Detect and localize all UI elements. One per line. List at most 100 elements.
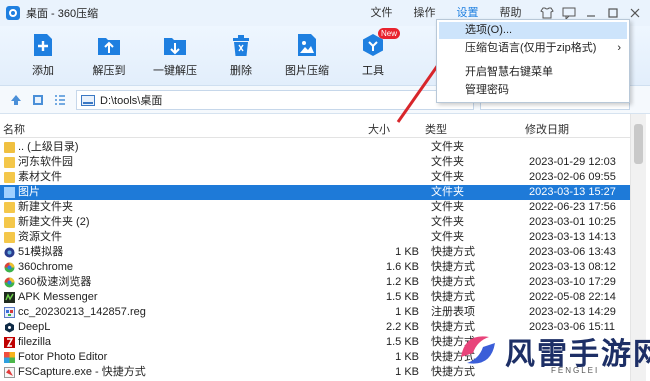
file-date: 2023-02-06 09:55 bbox=[529, 171, 616, 183]
image-compress-label: 图片压缩 bbox=[285, 65, 329, 77]
file-list-header: 名称 大小 类型 修改日期 bbox=[0, 120, 630, 138]
one-click-extract-button[interactable]: 一键解压 bbox=[145, 32, 205, 78]
trash-icon bbox=[228, 32, 254, 58]
app-logo-icon bbox=[6, 6, 20, 20]
folder-icon bbox=[4, 217, 15, 228]
delete-label: 删除 bbox=[230, 65, 252, 77]
menu-item-label: 选项(O)... bbox=[465, 24, 513, 36]
file-row[interactable]: APK Messenger 1.5 KB 快捷方式 2022-05-08 22:… bbox=[0, 290, 630, 305]
file-type: 快捷方式 bbox=[431, 246, 475, 258]
file-name: DeepL bbox=[18, 321, 51, 333]
file-date: 2023-03-10 17:29 bbox=[529, 276, 616, 288]
file-row[interactable]: 资源文件 文件夹 2023-03-13 14:13 bbox=[0, 230, 630, 245]
file-row[interactable]: cc_20230213_142857.reg 1 KB 注册表项 2023-02… bbox=[0, 305, 630, 320]
apk-icon bbox=[4, 292, 15, 303]
file-type: 快捷方式 bbox=[431, 291, 475, 303]
file-row[interactable]: 河东软件园 文件夹 2023-01-29 12:03 bbox=[0, 155, 630, 170]
file-type: 文件夹 bbox=[431, 171, 464, 183]
tools-button[interactable]: New 工具 bbox=[343, 28, 403, 78]
file-size: 1.2 KB bbox=[385, 276, 419, 288]
browser-icon bbox=[4, 277, 15, 288]
emulator-icon bbox=[4, 247, 15, 258]
folder-icon bbox=[4, 232, 15, 243]
watermark-logo-icon bbox=[461, 336, 495, 364]
scrollbar-thumb[interactable] bbox=[634, 124, 643, 164]
file-date: 2023-03-01 10:25 bbox=[529, 216, 616, 228]
file-size: 1 KB bbox=[395, 306, 419, 318]
column-size[interactable]: 大小 bbox=[368, 121, 390, 137]
file-date: 2023-03-13 08:12 bbox=[529, 261, 616, 273]
image-compress-icon bbox=[294, 32, 320, 58]
file-name: 河东软件园 bbox=[18, 156, 73, 168]
deepl-icon bbox=[4, 322, 15, 333]
extract-to-button[interactable]: 解压到 bbox=[79, 32, 139, 78]
tools-icon: New bbox=[360, 28, 401, 58]
file-size: 2.2 KB bbox=[385, 321, 419, 333]
extract-to-label: 解压到 bbox=[92, 65, 126, 77]
filezilla-icon bbox=[4, 337, 15, 348]
column-name[interactable]: 名称 bbox=[3, 121, 25, 137]
file-name: cc_20230213_142857.reg bbox=[18, 306, 146, 318]
fscapture-icon bbox=[4, 367, 15, 378]
up-arrow-icon[interactable] bbox=[10, 94, 22, 106]
file-row[interactable]: 素材文件 文件夹 2023-02-06 09:55 bbox=[0, 170, 630, 185]
menu-item-archive-language[interactable]: 压缩包语言(仅用于zip格式) › bbox=[439, 40, 627, 57]
file-date: 2022-05-08 22:14 bbox=[529, 291, 616, 303]
menu-item-smart-context-menu[interactable]: 开启智慧右键菜单 bbox=[439, 64, 627, 81]
file-date: 2023-01-29 12:03 bbox=[529, 156, 616, 168]
file-name: 图片 bbox=[18, 186, 40, 198]
submenu-arrow-icon: › bbox=[617, 42, 621, 54]
file-row[interactable]: 360极速浏览器 1.2 KB 快捷方式 2023-03-10 17:29 bbox=[0, 275, 630, 290]
file-size: 1.5 KB bbox=[385, 291, 419, 303]
reg-file-icon bbox=[4, 307, 15, 318]
tools-label: 工具 bbox=[362, 65, 384, 77]
file-name: 素材文件 bbox=[18, 171, 62, 183]
file-name: 新建文件夹 bbox=[18, 201, 73, 213]
folder-up-icon bbox=[4, 142, 15, 153]
watermark: 风雷手游网 FENGLEI bbox=[455, 323, 650, 379]
add-button[interactable]: 添加 bbox=[13, 32, 73, 78]
file-row[interactable]: .. (上级目录) 文件夹 bbox=[0, 140, 630, 155]
file-row[interactable]: 51模拟器 1 KB 快捷方式 2023-03-06 13:43 bbox=[0, 245, 630, 260]
new-badge: New bbox=[378, 28, 401, 39]
file-date: 2023-03-06 13:43 bbox=[529, 246, 616, 258]
delete-button[interactable]: 删除 bbox=[211, 32, 271, 78]
file-name: FSCapture.exe - 快捷方式 bbox=[18, 366, 146, 378]
file-type: 文件夹 bbox=[431, 231, 464, 243]
file-type: 文件夹 bbox=[431, 156, 464, 168]
menu-file[interactable]: 文件 bbox=[360, 0, 403, 26]
file-name: 360极速浏览器 bbox=[18, 276, 92, 288]
file-type: 快捷方式 bbox=[431, 261, 475, 273]
list-view-icon[interactable] bbox=[54, 94, 66, 106]
browser-icon bbox=[4, 262, 15, 273]
file-size: 1 KB bbox=[395, 246, 419, 258]
folder-icon bbox=[4, 172, 15, 183]
extract-to-icon bbox=[96, 32, 122, 58]
file-row[interactable]: 360chrome 1.6 KB 快捷方式 2023-03-13 08:12 bbox=[0, 260, 630, 275]
folder-icon bbox=[4, 157, 15, 168]
folder-icon bbox=[4, 202, 15, 213]
file-name: .. (上级目录) bbox=[18, 141, 79, 153]
folder-icon bbox=[4, 187, 15, 198]
column-type[interactable]: 类型 bbox=[425, 121, 447, 137]
menu-item-manage-password[interactable]: 管理密码 bbox=[439, 82, 627, 99]
thumbnail-view-icon[interactable] bbox=[32, 94, 44, 106]
settings-dropdown-menu: 选项(O)... 压缩包语言(仅用于zip格式) › 开启智慧右键菜单 管理密码 bbox=[436, 19, 630, 103]
file-row-selected[interactable]: 图片 文件夹 2023-03-13 15:27 bbox=[0, 185, 630, 200]
address-path: D:\tools\桌面 bbox=[100, 95, 163, 107]
file-date: 2023-02-13 14:29 bbox=[529, 306, 616, 318]
file-type: 文件夹 bbox=[431, 186, 464, 198]
file-row[interactable]: 新建文件夹 (2) 文件夹 2023-03-01 10:25 bbox=[0, 215, 630, 230]
file-name: 新建文件夹 (2) bbox=[18, 216, 90, 228]
address-input[interactable]: D:\tools\桌面 bbox=[76, 90, 474, 110]
file-type: 注册表项 bbox=[431, 306, 475, 318]
add-file-icon bbox=[30, 32, 56, 58]
file-row[interactable]: 新建文件夹 文件夹 2022-06-23 17:56 bbox=[0, 200, 630, 215]
image-compress-button[interactable]: 图片压缩 bbox=[277, 32, 337, 78]
file-type: 文件夹 bbox=[431, 216, 464, 228]
menu-item-options[interactable]: 选项(O)... bbox=[439, 22, 627, 39]
fotor-icon bbox=[4, 352, 15, 363]
watermark-subtext: FENGLEI bbox=[551, 366, 600, 375]
menu-item-label: 压缩包语言(仅用于zip格式) bbox=[465, 42, 597, 54]
column-date[interactable]: 修改日期 bbox=[525, 121, 569, 137]
